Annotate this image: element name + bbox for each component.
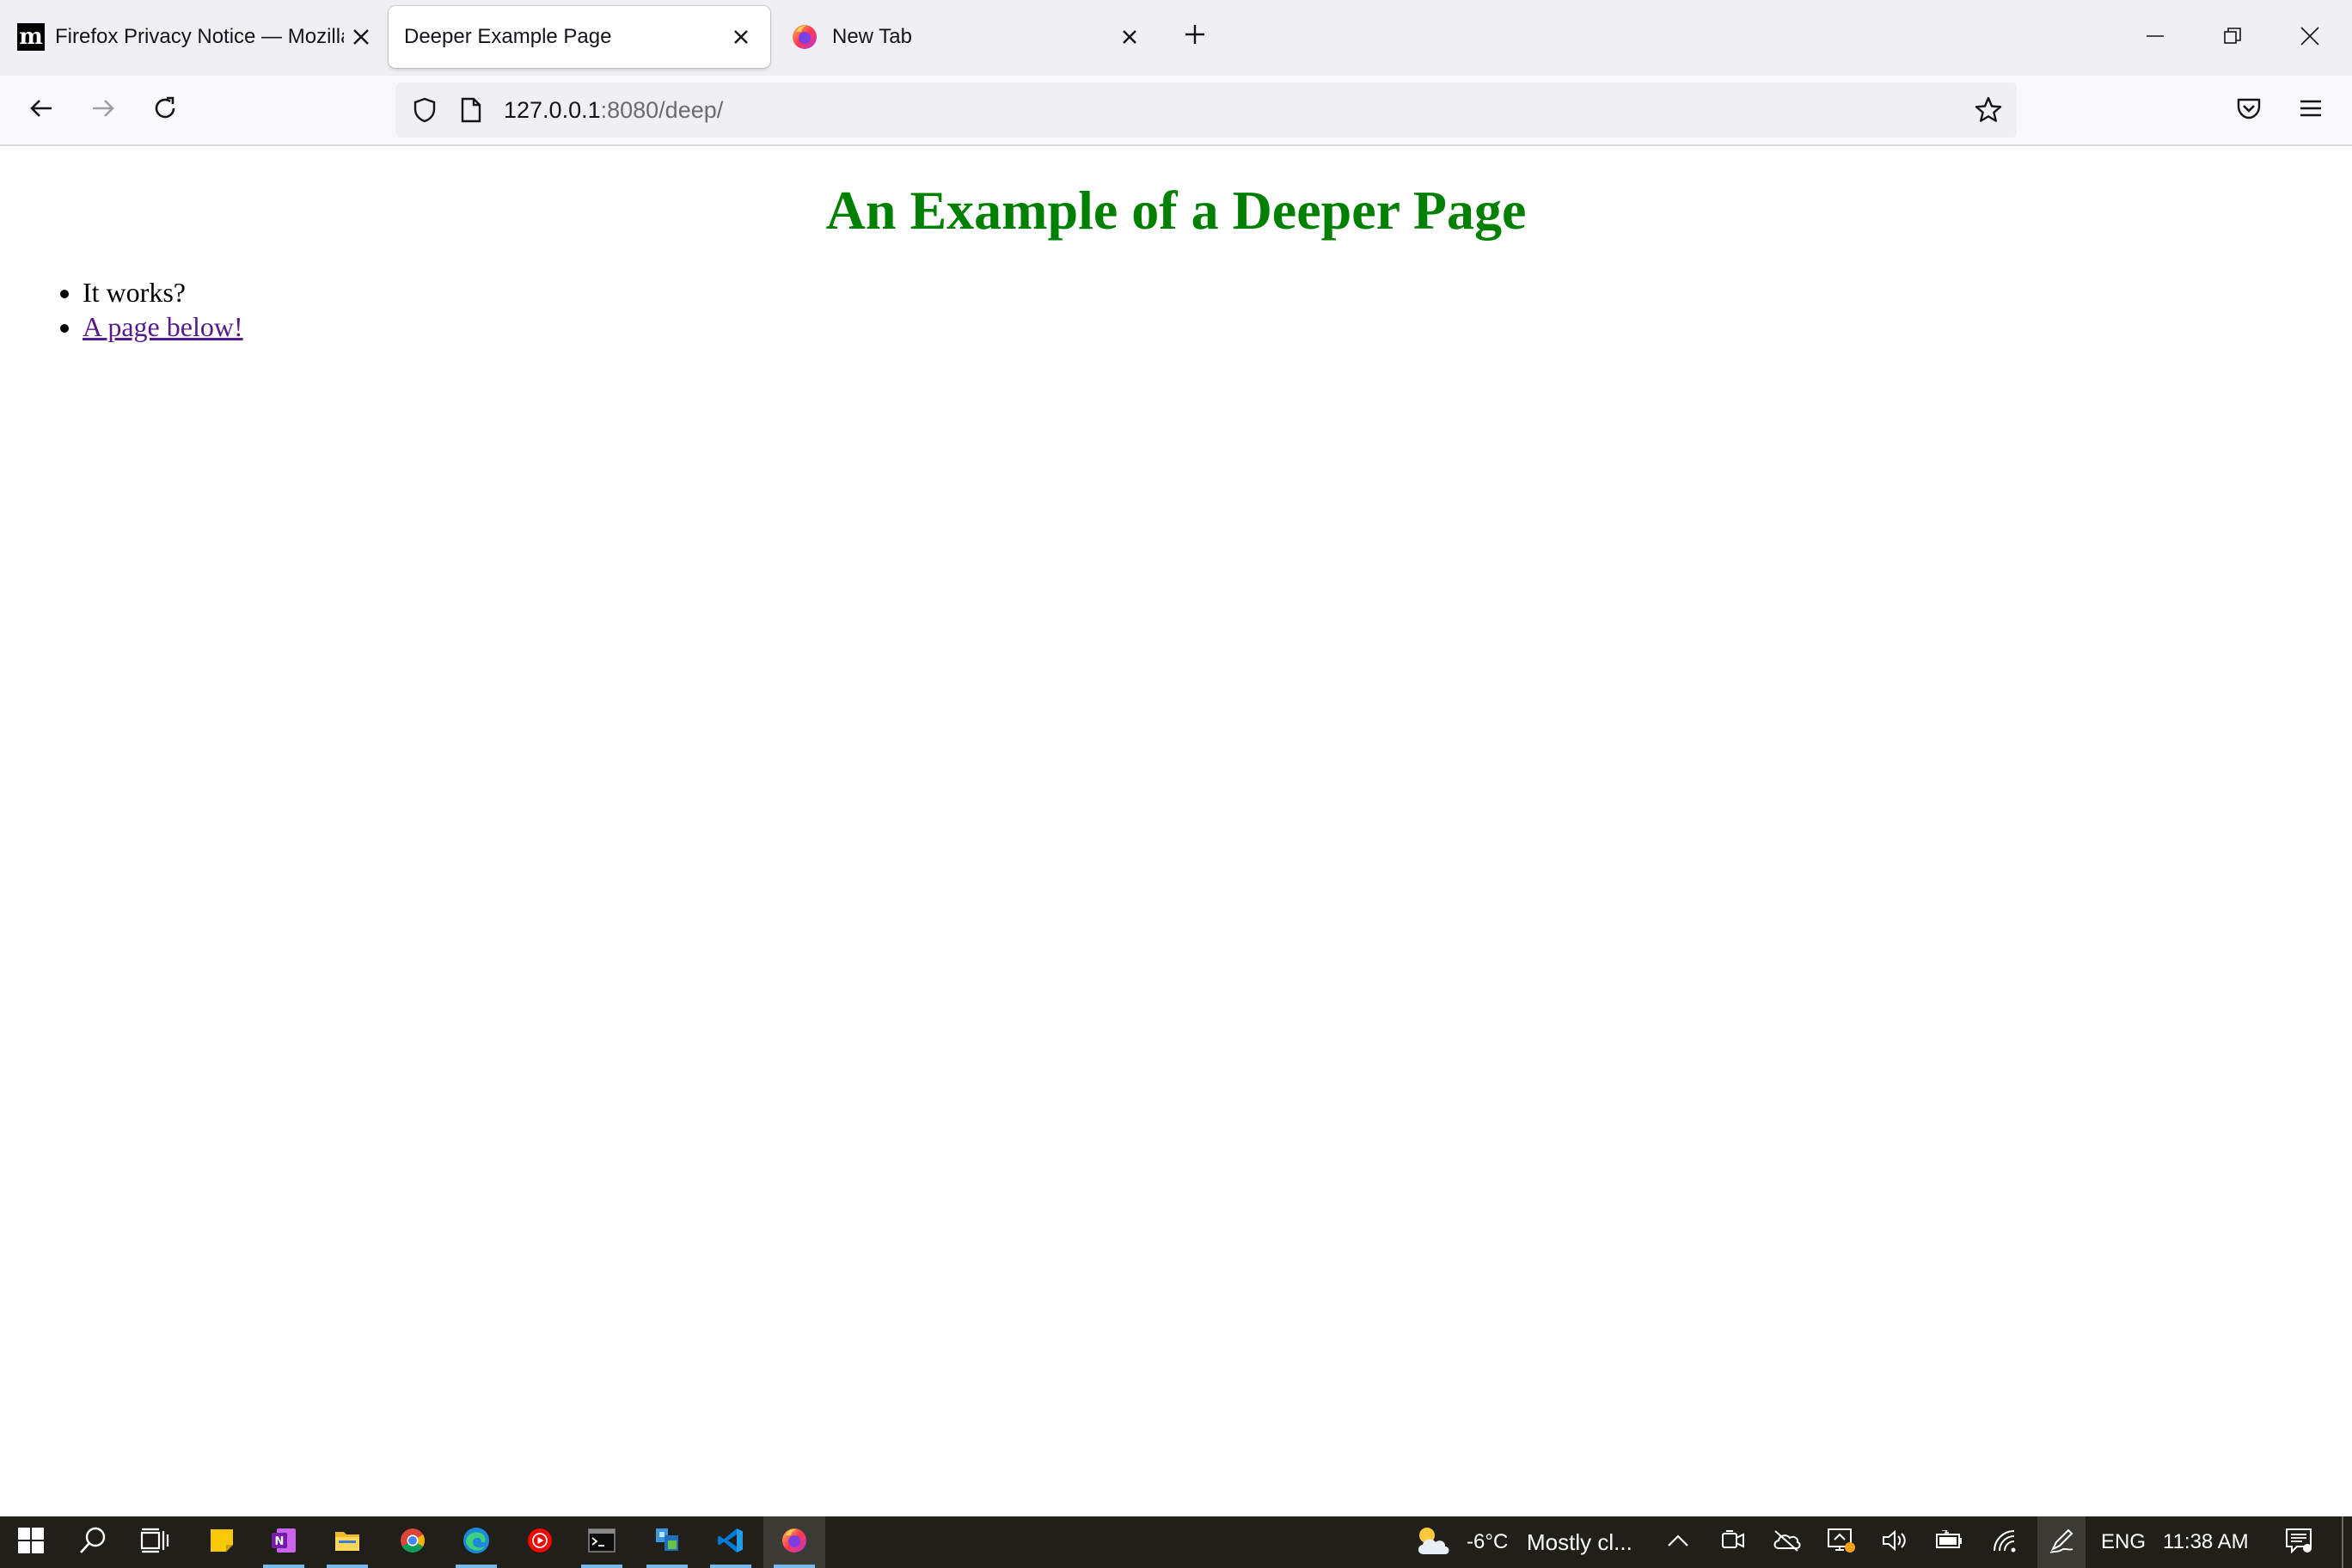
vscode-button[interactable]: [700, 1516, 762, 1568]
onenote-icon: N: [270, 1527, 297, 1559]
edge-button[interactable]: [445, 1516, 507, 1568]
network-button[interactable]: [1981, 1516, 2029, 1568]
pen-icon: [2048, 1527, 2075, 1559]
task-view-icon: [140, 1528, 169, 1558]
tab-label: New Tab: [832, 25, 912, 48]
url-path: :8080/deep/: [600, 97, 724, 123]
tab-privacy-notice[interactable]: m Firefox Privacy Notice — Mozilla: [12, 6, 373, 68]
firefox-icon: [791, 23, 818, 51]
new-tab-button[interactable]: [1171, 6, 1219, 68]
youtube-music-button[interactable]: [509, 1516, 571, 1568]
tab-strip: m Firefox Privacy Notice — Mozilla Deepe…: [0, 0, 2352, 76]
chrome-icon: [399, 1527, 426, 1559]
speaker-icon: [1881, 1528, 1908, 1557]
tab-new-tab[interactable]: New Tab: [781, 6, 1159, 68]
page-icon[interactable]: [459, 96, 483, 128]
partly-cloudy-icon: [1412, 1523, 1453, 1562]
input-language[interactable]: ENG: [2101, 1516, 2146, 1568]
tab-deeper-example[interactable]: Deeper Example Page: [389, 6, 770, 68]
vscode-icon: [717, 1527, 744, 1559]
tab-label: Deeper Example Page: [404, 25, 612, 48]
sticky-notes-button[interactable]: [191, 1516, 253, 1568]
reload-icon: [151, 95, 179, 126]
url-host: 127.0.0.1: [504, 97, 601, 123]
plus-icon: [1183, 22, 1207, 52]
notifications-icon: [2285, 1528, 2312, 1558]
action-center-button[interactable]: [2275, 1516, 2323, 1568]
page-title: An Example of a Deeper Page: [825, 180, 1527, 241]
page-content: An Example of a Deeper Page It works? A …: [0, 146, 2352, 1516]
battery-charging-icon: [1935, 1528, 1964, 1555]
minimize-icon: [2146, 27, 2165, 50]
chevron-up-icon: [1667, 1534, 1689, 1552]
tab-close-icon[interactable]: [347, 23, 375, 51]
system-clock[interactable]: 11:38 AM: [2163, 1516, 2249, 1568]
firefox-taskbar-button[interactable]: [763, 1516, 825, 1568]
sticky-notes-icon: [209, 1528, 235, 1558]
file-explorer-icon: [334, 1528, 361, 1557]
windows-start-icon: [17, 1527, 45, 1559]
youtube-music-icon: [526, 1527, 554, 1559]
tab-label: Firefox Privacy Notice — Mozilla: [55, 25, 344, 48]
volume-button[interactable]: [1871, 1516, 1919, 1568]
onenote-button[interactable]: N: [253, 1516, 315, 1568]
device-status-button[interactable]: [1817, 1516, 1865, 1568]
list-item-text: It works?: [83, 277, 186, 308]
url-text[interactable]: 127.0.0.1:8080/deep/: [504, 83, 723, 138]
tab-close-icon[interactable]: [1116, 23, 1143, 51]
terminal-icon: [588, 1528, 616, 1557]
pocket-button[interactable]: [2225, 86, 2273, 134]
onedrive-offline-icon: [1772, 1529, 1801, 1556]
start-button[interactable]: [0, 1516, 62, 1568]
svg-text:N: N: [275, 1535, 285, 1548]
restore-icon: [2223, 27, 2242, 50]
minimize-button[interactable]: [2116, 0, 2194, 76]
star-icon[interactable]: [1974, 95, 2003, 129]
taskbar: N -6°C Mostly cl... ENG 11:38 AM: [0, 1516, 2352, 1568]
hamburger-menu-icon: [2298, 95, 2324, 126]
forward-arrow-icon: [89, 95, 117, 126]
store-icon: [652, 1527, 682, 1559]
weather-summary[interactable]: Mostly cl...: [1527, 1516, 1632, 1568]
mozilla-m-icon: m: [17, 23, 45, 51]
task-view-button[interactable]: [124, 1516, 186, 1568]
forward-button[interactable]: [79, 86, 127, 134]
search-button[interactable]: [62, 1516, 124, 1568]
menu-button[interactable]: [2287, 86, 2335, 134]
show-desktop-divider[interactable]: [2342, 1516, 2343, 1568]
show-hidden-icons-button[interactable]: [1654, 1516, 1702, 1568]
list-item: A page below!: [83, 309, 243, 344]
onedrive-button[interactable]: [1762, 1516, 1810, 1568]
display-alert-icon: [1827, 1528, 1856, 1558]
meet-now-icon: [1721, 1529, 1745, 1556]
close-icon: [2300, 26, 2320, 51]
back-button[interactable]: [17, 86, 65, 134]
page-below-link[interactable]: A page below!: [83, 311, 243, 342]
search-icon: [78, 1526, 107, 1559]
navigation-toolbar: 127.0.0.1:8080/deep/: [0, 76, 2352, 146]
firefox-icon: [781, 1527, 808, 1559]
close-window-button[interactable]: [2271, 0, 2349, 76]
shield-icon[interactable]: [411, 96, 438, 128]
tab-close-icon[interactable]: [727, 23, 755, 51]
list-item: It works?: [83, 275, 243, 309]
url-bar[interactable]: 127.0.0.1:8080/deep/: [395, 83, 2017, 138]
file-explorer-button[interactable]: [316, 1516, 378, 1568]
weather-temperature[interactable]: -6°C: [1467, 1516, 1508, 1568]
chrome-button[interactable]: [382, 1516, 444, 1568]
edge-icon: [462, 1526, 491, 1559]
battery-button[interactable]: [1926, 1516, 1974, 1568]
pen-workspace-button[interactable]: [2037, 1516, 2086, 1568]
wifi-icon: [1992, 1528, 2018, 1557]
page-list: It works? A page below!: [0, 275, 243, 344]
restore-button[interactable]: [2194, 0, 2271, 76]
back-arrow-icon: [28, 95, 55, 126]
store-button[interactable]: [636, 1516, 698, 1568]
pocket-icon: [2235, 95, 2263, 126]
terminal-button[interactable]: [571, 1516, 633, 1568]
weather-widget[interactable]: [1406, 1516, 1458, 1568]
reload-button[interactable]: [141, 86, 189, 134]
meet-now-button[interactable]: [1709, 1516, 1757, 1568]
